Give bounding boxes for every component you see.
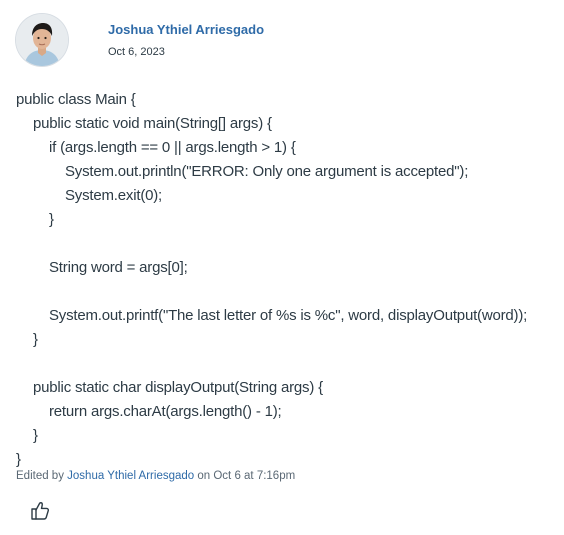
code-line: public static char displayOutput(String … (33, 379, 323, 396)
post-author-link[interactable]: Joshua Ythiel Arriesgado (108, 22, 264, 37)
code-line: System.out.printf("The last letter of %s… (49, 307, 528, 324)
code-line: System.out.println("ERROR: Only one argu… (65, 163, 469, 180)
like-button[interactable] (28, 499, 52, 521)
post-date: Oct 6, 2023 (108, 46, 165, 58)
code-line: } (16, 451, 21, 468)
code-line: return args.charAt(args.length() - 1); (49, 403, 282, 420)
code-line: public class Main { (16, 91, 136, 108)
code-line: String word = args[0]; (49, 259, 188, 276)
post-header: Joshua Ythiel Arriesgado Oct 6, 2023 (16, 14, 536, 68)
editor-link[interactable]: Joshua Ythiel Arriesgado (67, 470, 194, 482)
code-line: System.exit(0); (65, 187, 163, 204)
thumbs-up-icon (31, 502, 50, 520)
code-line: public static void main(String[] args) { (33, 115, 272, 132)
code-line: } (33, 427, 38, 444)
avatar[interactable] (16, 14, 68, 66)
edited-prefix: Edited by (16, 470, 64, 482)
code-line: if (args.length == 0 || args.length > 1)… (49, 139, 296, 156)
code-line: } (49, 211, 54, 228)
edited-date: on Oct 6 at 7:16pm (197, 470, 296, 482)
code-line: } (33, 331, 38, 348)
post-body-code: public class Main { public static void m… (16, 88, 556, 472)
edited-note: Edited by Joshua Ythiel Arriesgado on Oc… (16, 470, 295, 482)
